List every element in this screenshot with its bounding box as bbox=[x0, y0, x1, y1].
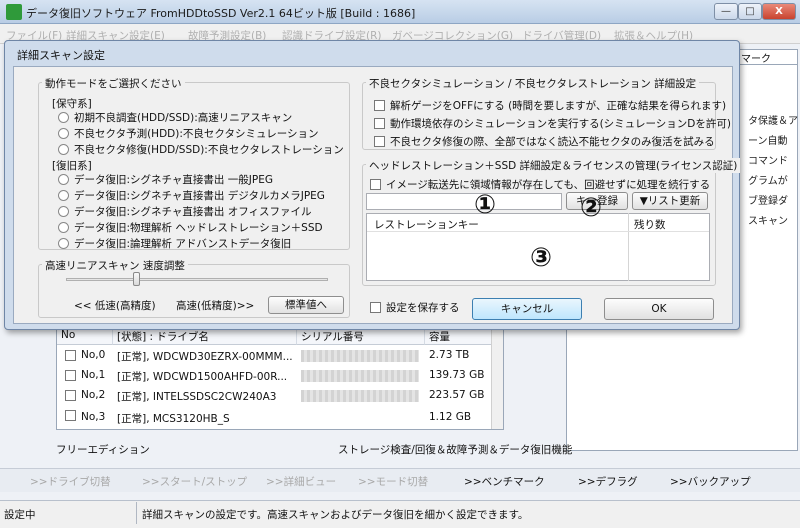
row-no: No,0 bbox=[81, 349, 106, 361]
row-no: No,1 bbox=[81, 369, 106, 381]
edition-label: フリーエディション bbox=[56, 444, 150, 456]
recovery-heading: [復旧系] bbox=[52, 160, 92, 172]
radio-recovery-head[interactable] bbox=[58, 222, 69, 233]
dialog-title: 詳細スキャン設定 bbox=[17, 49, 105, 62]
option-gauge-off[interactable]: 解析ゲージをOFFにする (時間を要しますが、正確な結果を得られます) bbox=[390, 98, 726, 113]
list-update-button[interactable]: ▼リスト更新 bbox=[632, 192, 708, 210]
option-unreadable-only[interactable]: 不良セクタ修復の際、全部ではなく読込不能セクタのみ復活を試みる bbox=[390, 134, 715, 149]
app-icon bbox=[6, 4, 22, 20]
nav-start-stop[interactable]: >>スタート/ストップ bbox=[142, 474, 247, 489]
default-speed-button[interactable]: 標準値へ bbox=[268, 296, 344, 314]
option-recovery-head[interactable]: データ復旧:物理解析 ヘッドレストレーション＋SSD bbox=[74, 220, 323, 235]
table-row[interactable]: No,3 [正常], MCS3120HB_S 1.12 GB bbox=[57, 406, 493, 428]
speed-group-label: 高速リニアスキャン 速度調整 bbox=[42, 258, 188, 273]
table-scrollbar[interactable] bbox=[491, 327, 503, 429]
option-bad-sector-repair[interactable]: 不良セクタ修復(HDD/SSD):不良セクタレストレーション bbox=[74, 142, 344, 157]
radio-recovery-jpeg[interactable] bbox=[58, 174, 69, 185]
info-line: グラムが bbox=[748, 176, 788, 187]
option-continue-transfer[interactable]: イメージ転送先に領域情報が存在しても、回避せずに処理を続行する bbox=[386, 177, 710, 192]
features-label: ストレージ検査/回復＆故障予測＆データ復旧機能 bbox=[338, 444, 573, 456]
close-button[interactable]: X bbox=[762, 3, 796, 20]
window-title: データ復旧ソフトウェア FromHDDtoSSD Ver2.1 64ビット版 [… bbox=[26, 7, 416, 20]
mode-group-label: 動作モードをご選択ください bbox=[42, 76, 185, 91]
simulation-group-label: 不良セクタシミュレーション / 不良セクタレストレーション 詳細設定 bbox=[366, 76, 700, 91]
option-recovery-logical[interactable]: データ復旧:論理解析 アドバンストデータ復旧 bbox=[74, 236, 291, 251]
info-line: タ保護＆ア bbox=[748, 116, 798, 127]
col-restoration-key[interactable]: レストレーションキー bbox=[374, 217, 479, 232]
row-checkbox[interactable] bbox=[65, 390, 76, 401]
nav-defrag[interactable]: >>デフラグ bbox=[578, 474, 638, 489]
radio-recovery-office[interactable] bbox=[58, 206, 69, 217]
nav-drive-switch[interactable]: >>ドライブ切替 bbox=[30, 474, 111, 489]
serial-redacted bbox=[301, 350, 419, 362]
row-no: No,2 bbox=[81, 389, 106, 401]
option-initial-defect[interactable]: 初期不良調査(HDD/SSD):高速リニアスキャン bbox=[74, 110, 292, 125]
info-line: ーン自動 bbox=[748, 136, 788, 147]
checkbox-continue-transfer[interactable] bbox=[370, 179, 381, 190]
checkbox-env-simulation[interactable] bbox=[374, 118, 385, 129]
info-line: ブ登録ダ bbox=[748, 196, 788, 207]
annotation-marker-1: ① bbox=[474, 190, 497, 220]
status-message: 詳細スキャンの設定です。高速スキャンおよびデータ復旧を細かく設定できます。 bbox=[142, 509, 529, 521]
serial-redacted bbox=[301, 370, 419, 382]
list-header-divider bbox=[367, 231, 709, 232]
checkbox-gauge-off[interactable] bbox=[374, 100, 385, 111]
row-checkbox[interactable] bbox=[65, 410, 76, 421]
speed-low-label: << 低速(高精度) bbox=[74, 300, 156, 312]
drive-table: No [状態] : ドライブ名 シリアル番号 容量 No,0 [正常], WDC… bbox=[56, 326, 504, 430]
maintenance-heading: [保守系] bbox=[52, 98, 92, 110]
checkbox-unreadable-only[interactable] bbox=[374, 136, 385, 147]
save-settings-label[interactable]: 設定を保存する bbox=[386, 300, 460, 315]
head-restoration-group-label: ヘッドレストレーション＋SSD 詳細設定＆ライセンスの管理(ライセンス認証) bbox=[366, 158, 741, 173]
option-bad-sector-predict[interactable]: 不良セクタ予測(HDD):不良セクタシミュレーション bbox=[74, 126, 319, 141]
table-row[interactable]: No,2 [正常], INTELSSDSC2CW240A3 223.57 GB bbox=[57, 386, 493, 406]
annotation-marker-3: ③ bbox=[530, 243, 553, 273]
row-capacity: 139.73 GB bbox=[429, 369, 485, 381]
col-remaining[interactable]: 残り数 bbox=[634, 217, 666, 232]
option-recovery-office[interactable]: データ復旧:シグネチャ直接書出 オフィスファイル bbox=[74, 204, 312, 219]
speed-high-label: 高速(低精度)>> bbox=[176, 300, 255, 312]
nav-mode-switch[interactable]: >>モード切替 bbox=[358, 474, 428, 489]
nav-backup[interactable]: >>バックアップ bbox=[670, 474, 751, 489]
checkbox-save-settings[interactable] bbox=[370, 302, 381, 313]
row-capacity: 2.73 TB bbox=[429, 349, 470, 361]
status-state: 設定中 bbox=[4, 509, 36, 521]
column-divider bbox=[628, 213, 629, 281]
radio-initial-defect[interactable] bbox=[58, 112, 69, 123]
row-checkbox[interactable] bbox=[65, 350, 76, 361]
ok-button[interactable]: OK bbox=[604, 298, 714, 320]
row-capacity: 223.57 GB bbox=[429, 389, 485, 401]
table-row[interactable]: No,0 [正常], WDCWD30EZRX-00MMM... 2.73 TB bbox=[57, 346, 493, 366]
maximize-button[interactable]: □ bbox=[738, 3, 762, 20]
info-line: コマンド bbox=[748, 156, 788, 167]
option-recovery-camera-jpeg[interactable]: データ復旧:シグネチャ直接書出 デジタルカメラJPEG bbox=[74, 188, 325, 203]
radio-bad-sector-predict[interactable] bbox=[58, 128, 69, 139]
minimize-button[interactable]: — bbox=[714, 3, 738, 20]
row-capacity: 1.12 GB bbox=[429, 411, 472, 423]
nav-benchmark[interactable]: >>ベンチマーク bbox=[464, 474, 545, 489]
row-drive: [正常], INTELSSDSC2CW240A3 bbox=[117, 391, 277, 403]
radio-recovery-camera-jpeg[interactable] bbox=[58, 190, 69, 201]
nav-detail-view[interactable]: >>詳細ビュー bbox=[266, 474, 336, 489]
row-drive: [正常], WDCWD1500AHFD-00R... bbox=[117, 371, 288, 383]
radio-bad-sector-repair[interactable] bbox=[58, 144, 69, 155]
option-env-simulation[interactable]: 動作環境依存のシミュレーションを実行する(シミュレーションDを許可) bbox=[390, 116, 731, 131]
restoration-key-input[interactable] bbox=[366, 193, 562, 210]
serial-redacted bbox=[301, 390, 419, 402]
option-recovery-jpeg[interactable]: データ復旧:シグネチャ直接書出 一般JPEG bbox=[74, 172, 273, 187]
table-row[interactable]: No,1 [正常], WDCWD1500AHFD-00R... 139.73 G… bbox=[57, 366, 493, 386]
radio-recovery-logical[interactable] bbox=[58, 238, 69, 249]
row-no: No,3 bbox=[81, 411, 106, 423]
annotation-marker-2: ② bbox=[580, 193, 603, 223]
row-drive: [正常], MCS3120HB_S bbox=[117, 413, 230, 425]
info-line: スキャン bbox=[748, 216, 788, 227]
tab-mark[interactable]: マーク bbox=[738, 49, 798, 65]
cancel-button[interactable]: キャンセル bbox=[472, 298, 582, 320]
status-separator bbox=[136, 502, 137, 524]
speed-slider-track[interactable] bbox=[66, 278, 328, 281]
row-drive: [正常], WDCWD30EZRX-00MMM... bbox=[117, 351, 293, 363]
speed-slider-thumb[interactable] bbox=[133, 272, 141, 286]
row-checkbox[interactable] bbox=[65, 370, 76, 381]
